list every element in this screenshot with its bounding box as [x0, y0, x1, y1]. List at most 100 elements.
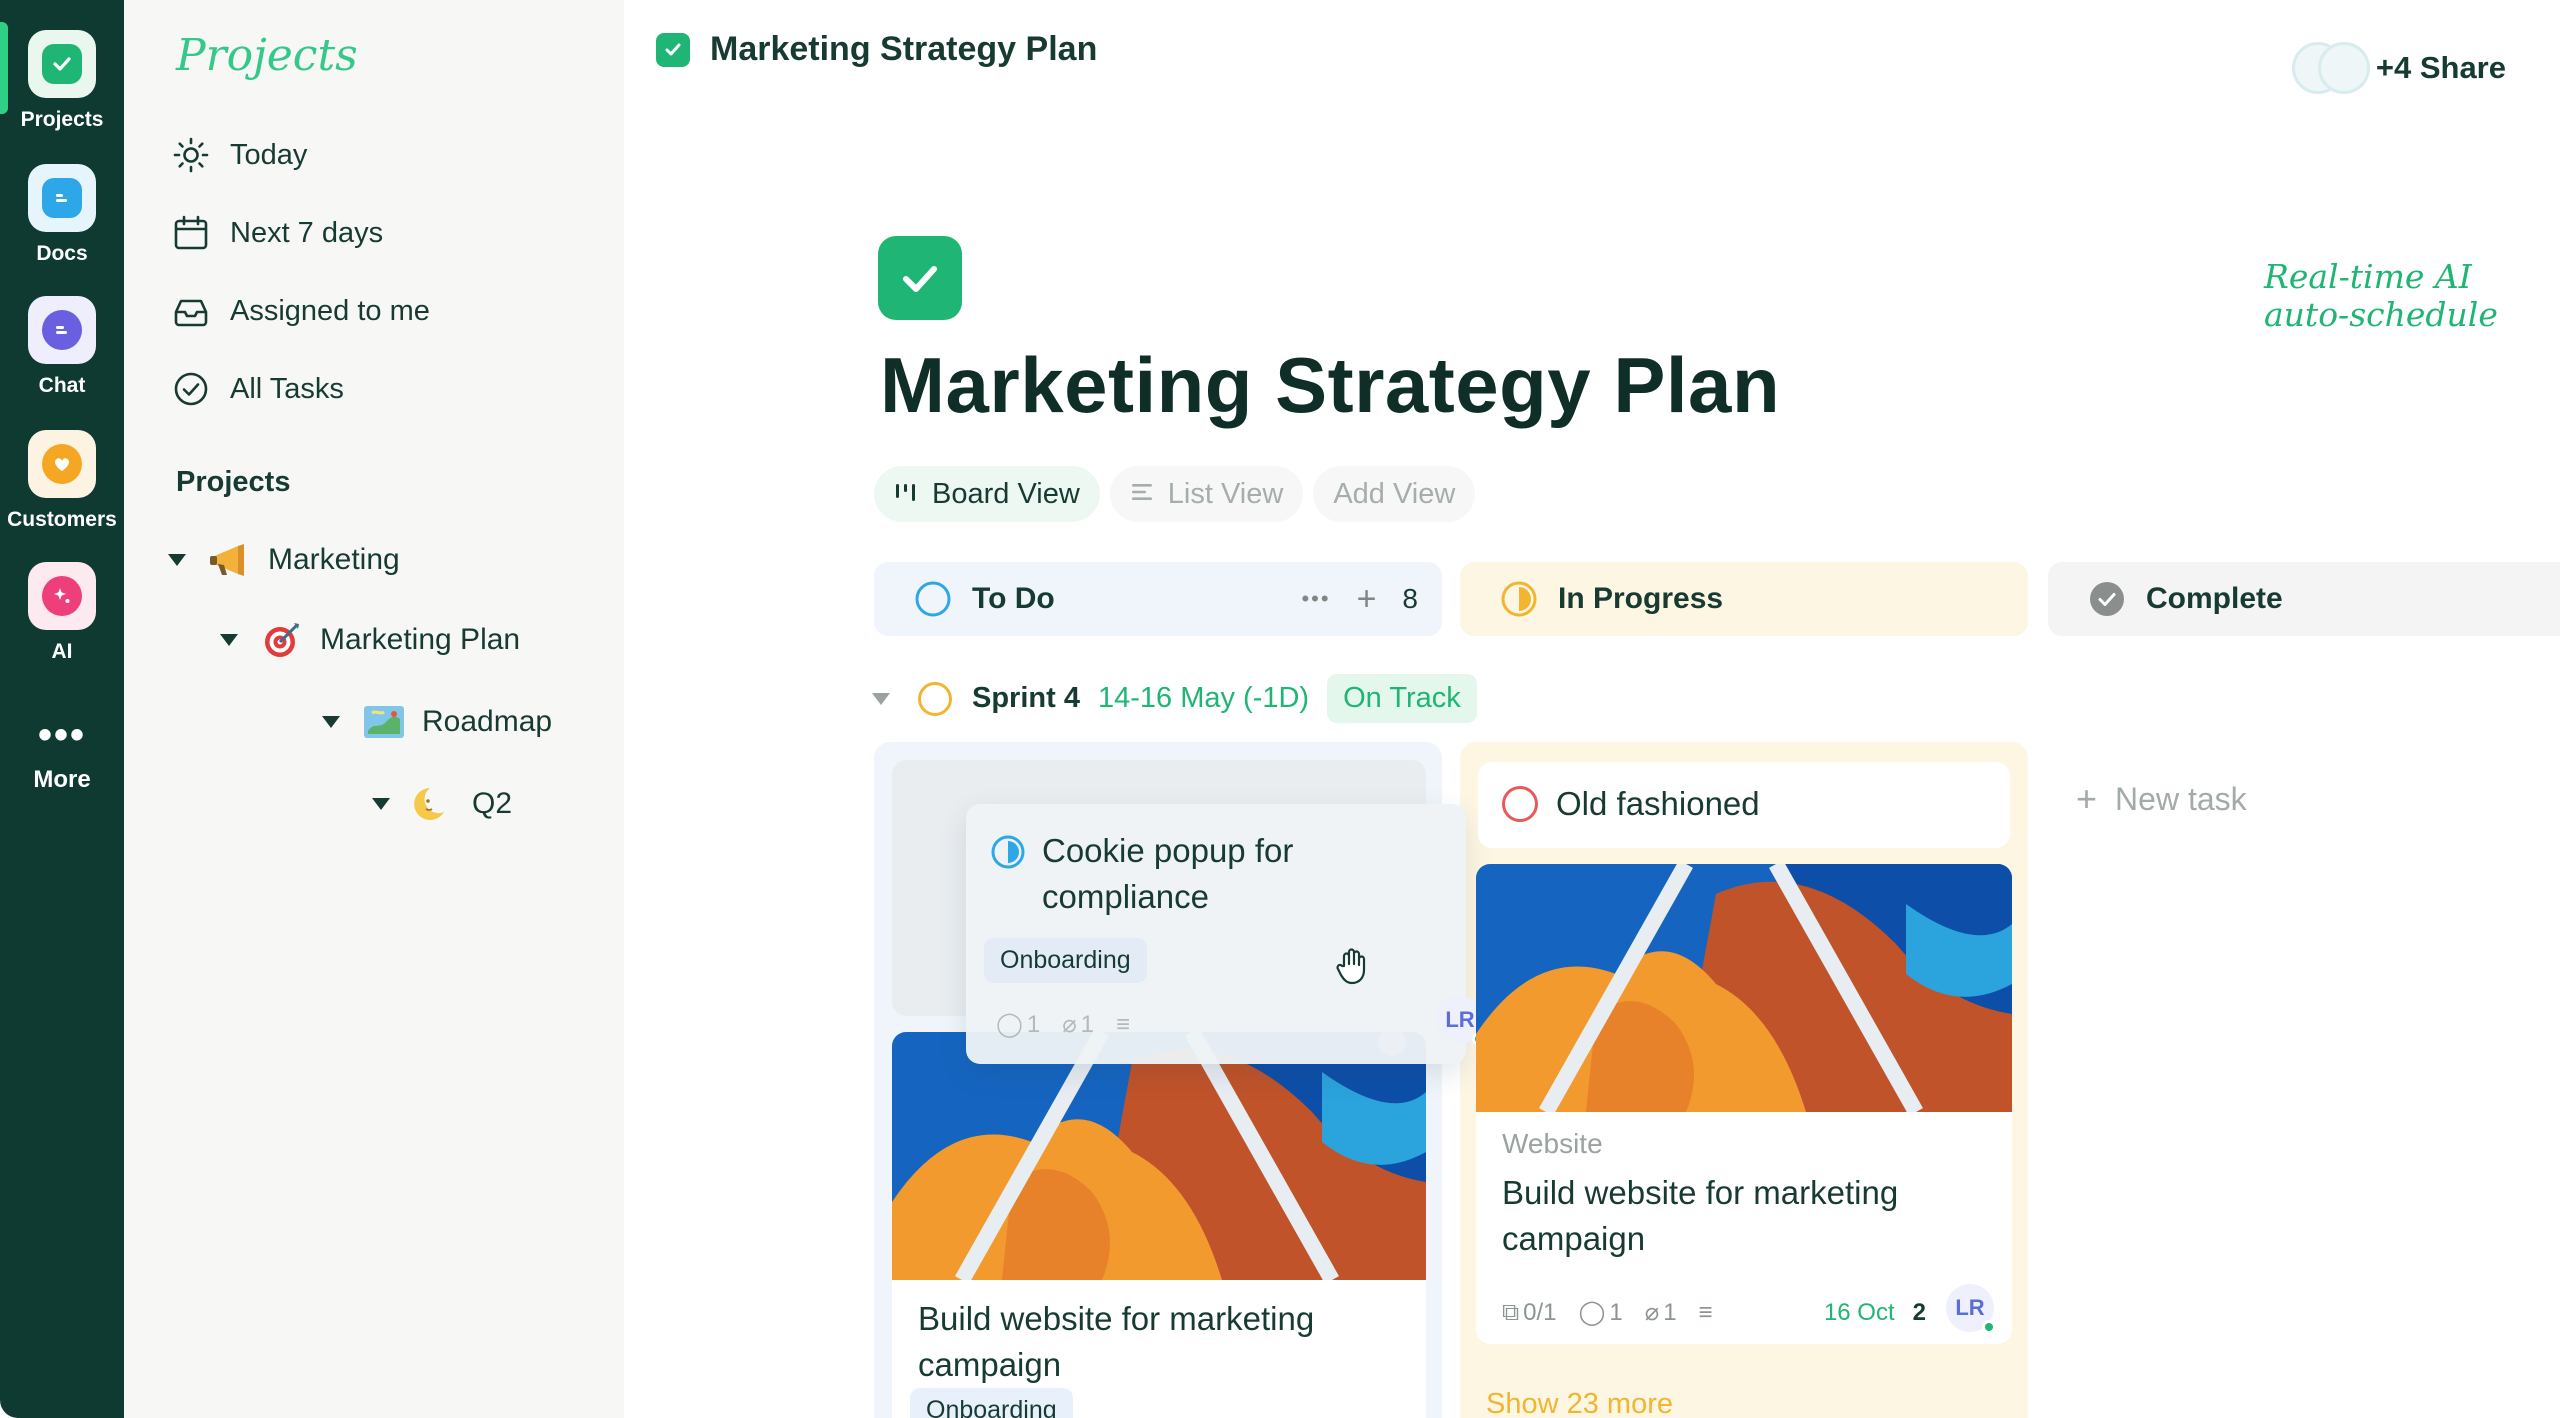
sprint-dates: 14-16 May (-1D) [1097, 682, 1310, 714]
caret-down-icon[interactable] [372, 798, 390, 810]
tree-item-marketing-plan[interactable]: Marketing Plan [220, 620, 520, 660]
comment-icon: ◯ [996, 1011, 1023, 1038]
more-options-icon[interactable]: ••• [1301, 586, 1330, 612]
avatar-initials: LR [1445, 1007, 1475, 1032]
tag-onboarding[interactable]: Onboarding [910, 1388, 1073, 1418]
tab-board-view[interactable]: Board View [874, 466, 1100, 522]
subtask-count: 0/1 [1523, 1298, 1557, 1326]
column-header-in-progress[interactable]: In Progress [1460, 562, 2028, 636]
nav-item-next-7-days[interactable]: Next 7 days [172, 214, 383, 252]
attachment-count: 1 [1080, 1010, 1095, 1038]
avatar[interactable]: LR [1946, 1284, 1996, 1334]
moon-icon [412, 784, 456, 824]
column-label-complete: Complete [2146, 582, 2283, 615]
dragging-task-card[interactable]: Cookie popup for compliance Onboarding ◯… [966, 804, 1466, 1064]
task-card[interactable]: Old fashioned [1478, 762, 2010, 848]
rail-item-docs[interactable]: Docs [0, 164, 124, 266]
tab-list-view[interactable]: List View [1109, 466, 1304, 522]
tab-add-view[interactable]: Add View [1313, 466, 1476, 522]
rail-item-more[interactable]: ••• More [0, 715, 124, 794]
caret-down-icon[interactable] [168, 554, 186, 566]
chat-bubble-icon [42, 310, 82, 350]
card-meta: ◯ 1 ⌀ 1 ≡ [996, 1010, 1152, 1039]
caret-down-icon[interactable] [322, 716, 340, 728]
card-title: Cookie popup for compliance [1042, 832, 1294, 915]
card-title-row: Cookie popup for compliance [990, 828, 1430, 920]
comment-count: 1 [1609, 1298, 1623, 1326]
column-label-todo: To Do [972, 582, 1055, 615]
tree-item-roadmap[interactable]: Roadmap [322, 702, 552, 742]
tag-onboarding[interactable]: Onboarding [984, 938, 1147, 983]
attachment-icon: ⌀ [1644, 1299, 1660, 1326]
heart-icon [42, 444, 82, 484]
in-progress-status-icon [991, 835, 1025, 869]
avatar [2317, 42, 2370, 94]
tree-item-q2[interactable]: Q2 [372, 784, 512, 824]
caret-down-icon[interactable] [220, 634, 238, 646]
card-title: Build website for marketing campaign [918, 1300, 1315, 1383]
plus-icon: + [2076, 778, 2098, 819]
tab-board-view-label: Board View [932, 477, 1080, 510]
attachment-icon: ⌀ [1062, 1011, 1077, 1038]
inbox-icon [174, 299, 208, 327]
comment-count: 1 [1026, 1010, 1041, 1038]
online-dot [1982, 1320, 1996, 1334]
due-date[interactable]: 16 Oct [1824, 1299, 1895, 1327]
tree-item-marketing[interactable]: Marketing [168, 540, 400, 580]
column-tools: ••• + 8 [1275, 580, 1418, 619]
sun-icon [173, 137, 209, 173]
rail-item-chat[interactable]: Chat [0, 296, 124, 398]
view-tabs: Board View List View Add View [874, 466, 1485, 522]
sparkle-icon [42, 576, 82, 616]
new-task-button[interactable]: + New task [2076, 778, 2247, 820]
share-control[interactable]: +4 Share [2291, 42, 2506, 94]
project-check-icon [878, 236, 962, 320]
card-tags: Onboarding [984, 938, 1147, 983]
docs-app-tile [28, 164, 96, 232]
nav-item-today[interactable]: Today [172, 136, 307, 174]
share-button[interactable]: +4 Share [2376, 50, 2506, 86]
ai-app-tile [28, 562, 96, 630]
customers-app-tile [28, 430, 96, 498]
caret-down-icon[interactable] [872, 692, 890, 705]
rail-label-more: More [33, 766, 91, 793]
nav-label-assigned-to-me: Assigned to me [230, 294, 430, 327]
check-icon [656, 32, 690, 67]
app-rail: Projects Docs Chat Customers AI ••• More [0, 0, 124, 1418]
tab-list-view-label: List View [1167, 477, 1284, 510]
column-header-todo[interactable]: To Do ••• + 8 [874, 562, 1442, 636]
show-more-link[interactable]: Show 23 more [1486, 1388, 1673, 1418]
page-title: Marketing Strategy Plan [880, 341, 1781, 429]
task-card[interactable]: Build website for marketing campaign Onb… [892, 1032, 1426, 1418]
card-cover-image [1476, 864, 2012, 1112]
description-icon: ≡ [1698, 1298, 1713, 1326]
doc-icon [42, 178, 82, 218]
new-task-label: New task [2115, 780, 2247, 817]
column-label-in-progress: In Progress [1558, 582, 1724, 615]
rail-item-projects[interactable]: Projects [0, 30, 124, 132]
comment-icon: ◯ [1578, 1299, 1606, 1326]
add-task-icon[interactable]: + [1357, 580, 1377, 619]
description-icon: ≡ [1116, 1010, 1131, 1038]
check-icon [42, 44, 82, 84]
header-title[interactable]: Marketing Strategy Plan [656, 30, 1097, 69]
nav-item-all-tasks[interactable]: All Tasks [172, 370, 344, 408]
calendar-icon [174, 215, 208, 250]
chat-app-tile [28, 296, 96, 364]
card-meta: ⧉ 0/1 ◯ 1 ⌀ 1 ≡ 16 Oct 2 [1502, 1298, 1992, 1327]
rail-label-docs: Docs [36, 242, 88, 265]
task-card[interactable]: Website Build website for marketing camp… [1476, 864, 2012, 1344]
sprint-status-icon [918, 681, 952, 716]
nav-item-assigned-to-me[interactable]: Assigned to me [172, 292, 430, 330]
nav-label-today: Today [230, 138, 308, 171]
sidebar-brand: Projects [176, 30, 358, 81]
card-title: Build website for marketing campaign [1502, 1174, 1899, 1257]
tree-label-marketing-plan: Marketing Plan [320, 623, 521, 656]
card-title-row: Old fashioned [1500, 784, 1760, 824]
sprint-group-header[interactable]: Sprint 4 14-16 May (-1D) On Track [872, 674, 1477, 723]
column-header-complete[interactable]: Complete [2048, 562, 2560, 636]
rail-label-customers: Customers [7, 508, 117, 531]
rail-item-customers[interactable]: Customers [0, 430, 124, 532]
rail-item-ai[interactable]: AI [0, 562, 124, 664]
card-cover-image [892, 1032, 1426, 1280]
